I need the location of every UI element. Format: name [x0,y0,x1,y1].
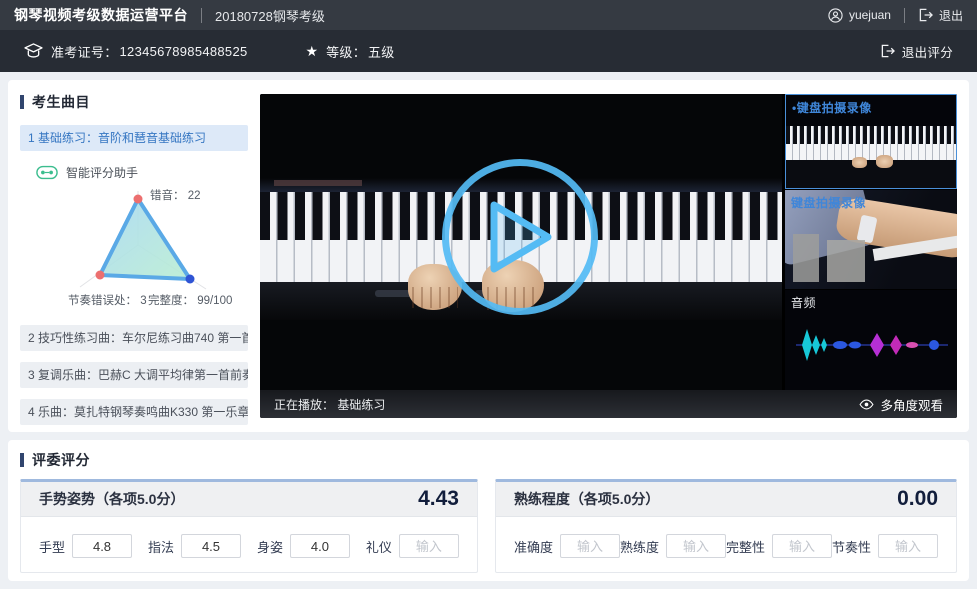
assistant-label: 智能评分助手 [66,164,138,181]
completeness-input[interactable] [772,534,832,558]
thumb-piano-body [786,160,956,188]
user-icon [828,8,843,23]
song-item-1[interactable]: 1 基础练习：音阶和琶音基础练习 [20,125,248,151]
divider [904,8,905,23]
song-item-2[interactable]: 2 技巧性练习曲：车尔尼练习曲740 第一首 [20,325,248,351]
field-label: 准确度 [514,537,553,556]
score-field-accuracy: 准确度 [514,534,620,558]
radar-point-wrong-notes [134,195,143,204]
session-title: 20180728钢琴考级 [215,6,325,25]
logout-button[interactable]: 退出 [939,7,963,24]
radar-point-completeness [186,275,195,284]
score-field-posture: 身姿 [257,534,350,558]
divider [201,8,202,23]
score-field-completeness: 完整性 [726,534,832,558]
keyboard-camera-thumb-2[interactable]: 键盘拍摄录像 [785,190,957,289]
background-block [793,234,819,282]
song-list-title: 考生曲目 [32,92,90,112]
fingering-input[interactable] [181,534,241,558]
smart-scoring-assistant: 智能评分助手 [36,164,248,181]
posture-input[interactable] [290,534,350,558]
score-field-rhythm: 节奏性 [832,534,938,558]
section-accent-bar [20,95,24,109]
thumb-piano-keys [786,126,956,160]
video-area: •键盘拍摄录像 键盘拍摄录像 音频 [260,94,957,418]
radar-label-rhythm-errors: 节奏错误处： 3 [68,293,147,307]
accuracy-input[interactable] [560,534,620,558]
top-navbar: 钢琴视频考级数据运营平台 20180728钢琴考级 yuejuan 退出 [0,0,977,30]
username: yuejuan [849,8,891,22]
multi-angle-button[interactable]: 多角度观看 [859,395,943,414]
now-playing-text: 正在播放： 基础练习 [274,396,385,413]
app-title: 钢琴视频考级数据运营平台 [14,5,188,25]
field-label: 手型 [39,537,65,556]
ticket-number: 12345678985488525 [120,44,248,59]
song-list-sidebar: 考生曲目 1 基础练习：音阶和琶音基础练习 智能评分助手 [20,92,248,424]
hand-shape-input[interactable] [72,534,132,558]
keyboard-camera-thumb-1[interactable]: •键盘拍摄录像 [785,94,957,189]
radar-chart: 错音： 22 节奏错误处： 3 完整度： 99/100 [20,183,248,314]
gesture-score-card: 手势姿势（各项5.0分） 4.43 手型 指法 身姿 [20,479,478,573]
graduation-cap-icon [24,43,43,59]
proficiency-score-card: 熟练程度（各项5.0分） 0.00 准确度 熟练度 完整性 [495,479,957,573]
scoring-title: 评委评分 [32,450,90,470]
ticket-label: 准考证号： [51,42,118,61]
field-label: 礼仪 [366,537,392,556]
camera-angle-column: •键盘拍摄录像 键盘拍摄录像 音频 [785,94,957,390]
etiquette-input[interactable] [399,534,459,558]
level-label: 等级： [326,42,366,61]
main-video-player[interactable] [260,94,782,390]
link-pill-icon [36,165,58,180]
radar-point-rhythm-errors [96,271,105,280]
card-title: 手势姿势（各项5.0分） [39,489,184,509]
score-field-hand-shape: 手型 [39,534,132,558]
music-stand [274,180,362,186]
level-value: 五级 [368,42,395,61]
proficiency-input[interactable] [666,534,726,558]
play-icon [480,195,560,279]
logout-icon[interactable] [918,8,933,22]
score-field-etiquette: 礼仪 [366,534,459,558]
song-item-4[interactable]: 4 乐曲：莫扎特钢琴奏鸣曲K330 第一乐章 [20,399,248,425]
eye-icon [859,399,874,410]
field-label: 指法 [148,537,174,556]
card-score: 4.43 [418,487,459,511]
song-item-3[interactable]: 3 复调乐曲：巴赫C 大调平均律第一首前奏曲 [20,362,248,388]
exam-panel: 考生曲目 1 基础练习：音阶和琶音基础练习 智能评分助手 [8,80,969,432]
background-block [827,240,865,282]
play-button[interactable] [442,159,598,315]
section-accent-bar [20,453,24,467]
judge-scoring-panel: 评委评分 手势姿势（各项5.0分） 4.43 手型 指法 [8,440,969,581]
exam-info-bar: 准考证号： 12345678985488525 ★ 等级： 五级 退出评分 [0,30,977,72]
exit-icon [880,44,895,58]
video-status-bar: 正在播放： 基础练习 多角度观看 [260,390,957,418]
audio-label: 音频 [791,294,816,311]
field-label: 身姿 [257,537,283,556]
thumb1-label: •键盘拍摄录像 [792,99,872,116]
audio-track-panel[interactable]: 音频 [785,290,957,390]
thumb2-label: 键盘拍摄录像 [791,194,866,211]
thumb-hand [852,157,867,168]
audio-waveform [792,323,952,367]
star-icon: ★ [306,43,319,60]
card-title: 熟练程度（各项5.0分） [514,489,659,509]
field-label: 完整性 [726,537,765,556]
radar-label-completeness: 完整度： 99/100 [148,293,232,307]
radar-polygon [100,199,190,279]
radar-label-wrong-notes: 错音： 22 [150,188,201,202]
card-score: 0.00 [897,487,938,511]
score-field-fingering: 指法 [148,534,241,558]
thumb-hand [876,155,893,168]
exit-scoring-button[interactable]: 退出评分 [880,42,953,61]
rhythm-input[interactable] [878,534,938,558]
score-field-proficiency: 熟练度 [620,534,726,558]
field-label: 熟练度 [620,537,659,556]
field-label: 节奏性 [832,537,871,556]
